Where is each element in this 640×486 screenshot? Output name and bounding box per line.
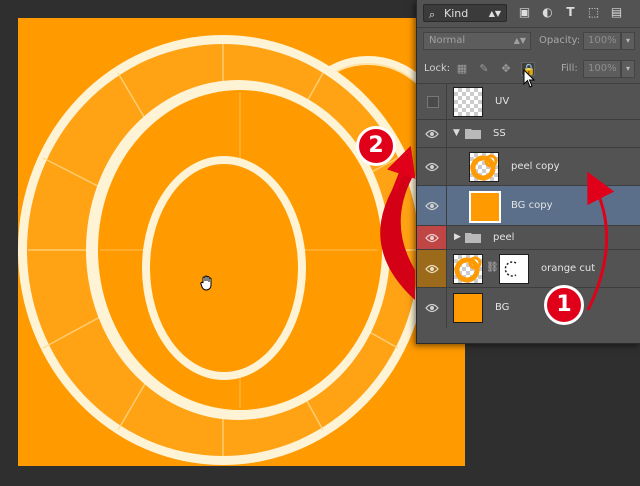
blend-options-bar: Normal ▲▼ Opacity: 100% ▾ [417, 28, 640, 55]
group-name: SS [493, 127, 506, 139]
orange-slice-artwork [18, 35, 448, 465]
layer-name: BG [495, 302, 510, 313]
layer-thumbnail [453, 86, 483, 117]
layers-panel: ⌕ Kind ▲▼ ▣ ◐ T ⬚ ▤ Normal ▲▼ Opacity: 1… [416, 0, 640, 344]
filter-kind-dropdown[interactable]: ⌕ Kind ▲▼ [423, 4, 507, 22]
mask-shape-icon [504, 260, 517, 277]
layer-row-ss-group[interactable]: ▼ SS [417, 120, 640, 148]
shape-filter-icon[interactable]: ⬚ [586, 5, 601, 20]
layer-row-orange-cut[interactable]: ⛓ orange cut [417, 250, 640, 288]
visibility-toggle[interactable] [417, 84, 447, 119]
visibility-off-box [427, 95, 439, 108]
opacity-label: Opacity: [539, 35, 581, 46]
visibility-toggle[interactable] [417, 120, 447, 147]
visibility-toggle[interactable] [417, 148, 447, 185]
fill-label: Fill: [561, 63, 578, 74]
layer-row-bg-copy[interactable]: BG copy [417, 186, 640, 226]
opacity-field[interactable]: 100% [583, 32, 621, 50]
visibility-toggle[interactable] [417, 226, 447, 249]
blend-mode-label: Normal [429, 35, 466, 46]
lock-label: Lock: [424, 63, 451, 74]
layer-name: peel copy [511, 160, 560, 172]
smart-object-filter-icon[interactable]: ▤ [609, 5, 624, 20]
filter-kind-label: Kind [444, 7, 469, 20]
search-icon: ⌕ [429, 8, 436, 21]
folder-icon [465, 232, 481, 243]
layer-name: orange cut [541, 262, 596, 274]
adjustment-filter-icon[interactable]: ◐ [540, 5, 555, 20]
image-filter-icon[interactable]: ▣ [517, 5, 532, 20]
visibility-toggle[interactable] [417, 288, 447, 328]
eye-icon [425, 303, 439, 313]
eye-icon [425, 162, 439, 171]
chevron-updown-icon: ▲▼ [513, 36, 526, 45]
layer-filter-bar: ⌕ Kind ▲▼ ▣ ◐ T ⬚ ▤ [417, 0, 640, 28]
layer-mask-thumbnail[interactable] [499, 253, 529, 284]
mask-link-chain-icon[interactable]: ⛓ [486, 262, 499, 273]
folder-icon [465, 128, 481, 139]
layer-thumbnail [469, 151, 499, 182]
layer-thumbnail [469, 190, 501, 223]
type-filter-icon[interactable]: T [563, 5, 578, 20]
visibility-toggle[interactable] [417, 250, 447, 287]
group-expanded-chevron-icon[interactable]: ▼ [453, 128, 460, 138]
step-2-badge: 2 [356, 126, 396, 166]
eye-icon [425, 129, 439, 138]
layer-name: UV [495, 95, 510, 107]
lock-position-move-icon[interactable]: ✥ [499, 62, 513, 76]
orange-ring-thumbnail-icon [470, 154, 498, 180]
eye-icon [425, 233, 439, 242]
opacity-dropdown-arrow[interactable]: ▾ [621, 32, 635, 50]
layer-thumbnail [453, 253, 483, 284]
visibility-toggle[interactable] [417, 186, 447, 225]
layer-name: BG copy [511, 199, 553, 211]
eye-icon [425, 201, 439, 210]
group-collapsed-chevron-icon[interactable]: ▶ [454, 232, 461, 242]
chevron-updown-icon: ▲▼ [488, 9, 501, 18]
fill-dropdown-arrow[interactable]: ▾ [621, 60, 635, 78]
document-canvas[interactable] [18, 18, 465, 466]
eye-icon [425, 264, 439, 273]
layer-thumbnail [453, 293, 483, 323]
hand-cursor-icon [200, 275, 214, 295]
group-name: peel [493, 231, 515, 243]
orange-ring-thumbnail-icon [454, 256, 482, 282]
blend-mode-dropdown[interactable]: Normal ▲▼ [423, 32, 531, 50]
layer-row-peel-group[interactable]: ▶ peel [417, 226, 640, 250]
fill-field[interactable]: 100% [583, 60, 621, 78]
layers-list: UV ▼ SS peel copy BG copy ▶ peel ⛓ orang… [417, 84, 640, 343]
mouse-pointer-icon [523, 68, 536, 93]
layer-row-bg[interactable]: BG [417, 288, 640, 328]
lock-image-brush-icon[interactable]: ✎ [477, 62, 491, 76]
step-1-badge: 1 [544, 285, 584, 325]
layer-row-peel-copy[interactable]: peel copy [417, 148, 640, 186]
lock-transparency-icon[interactable]: ▦ [455, 62, 469, 76]
